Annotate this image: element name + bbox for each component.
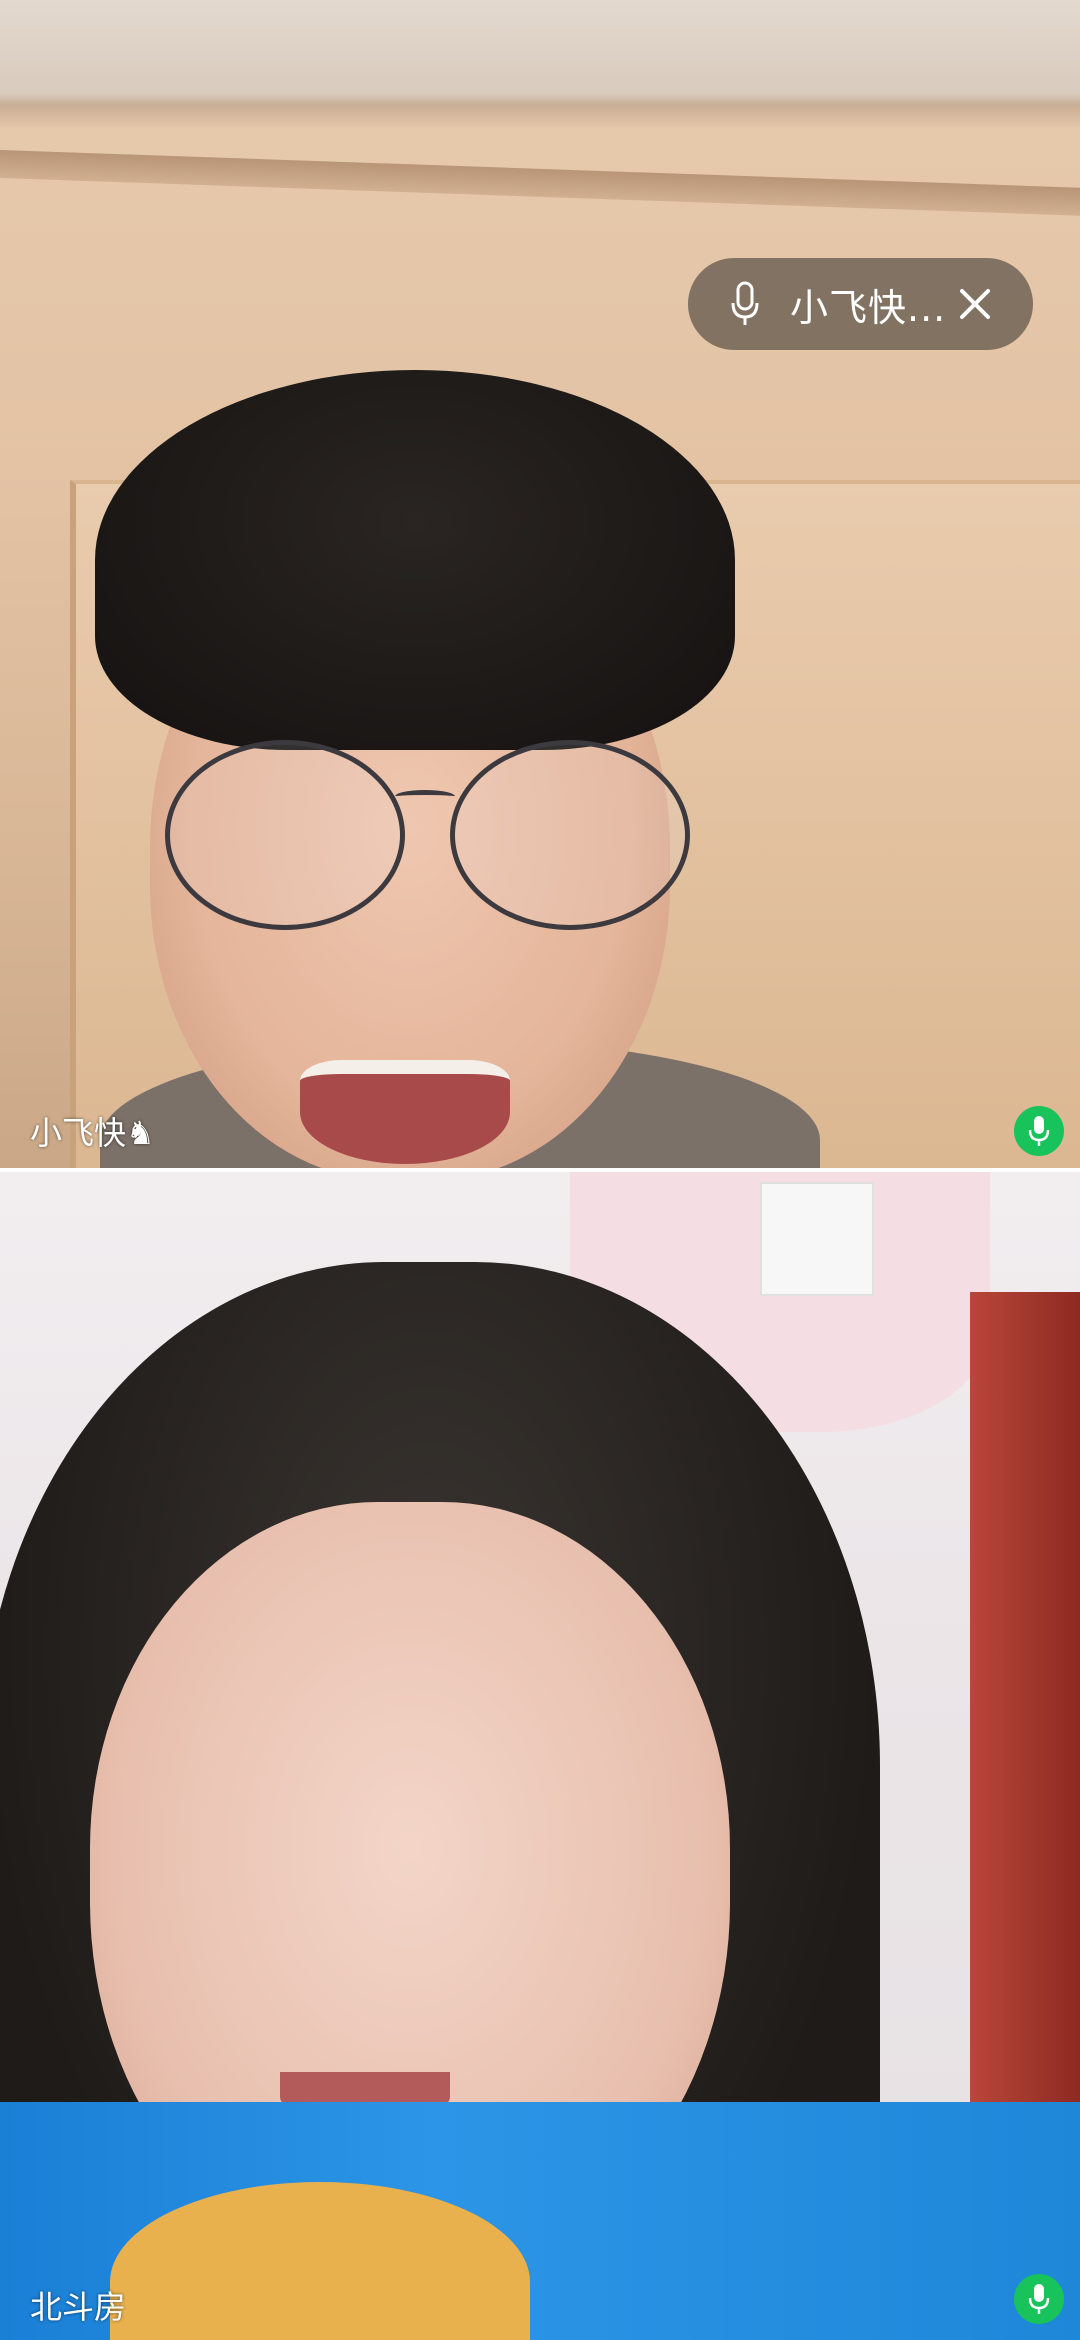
local-video-tile[interactable] [0,1172,1080,2340]
participant-name-label: 小飞快♞ [30,1114,155,1152]
video-call-screen: 小飞快... 小飞快♞ 北斗房 [0,0,1080,2340]
participant-mouth [300,1060,510,1164]
microphone-icon [1014,1106,1064,1156]
glasses-lens-left [165,740,405,930]
microphone-icon [724,276,766,332]
floating-participant-name: 小飞快... [790,285,947,330]
glasses-bridge [395,790,455,803]
glasses-lens-right [450,740,690,930]
floating-participant-pill[interactable]: 小飞快... [688,258,1033,350]
microphone-icon [1014,2274,1064,2324]
close-icon[interactable] [953,282,997,326]
remote-video-tile[interactable] [0,0,1080,1168]
participant-hair [95,370,735,750]
participant-name-label: 北斗房 [30,2288,127,2326]
ceiling-trim [0,150,1080,216]
wall-socket [760,1182,874,1296]
